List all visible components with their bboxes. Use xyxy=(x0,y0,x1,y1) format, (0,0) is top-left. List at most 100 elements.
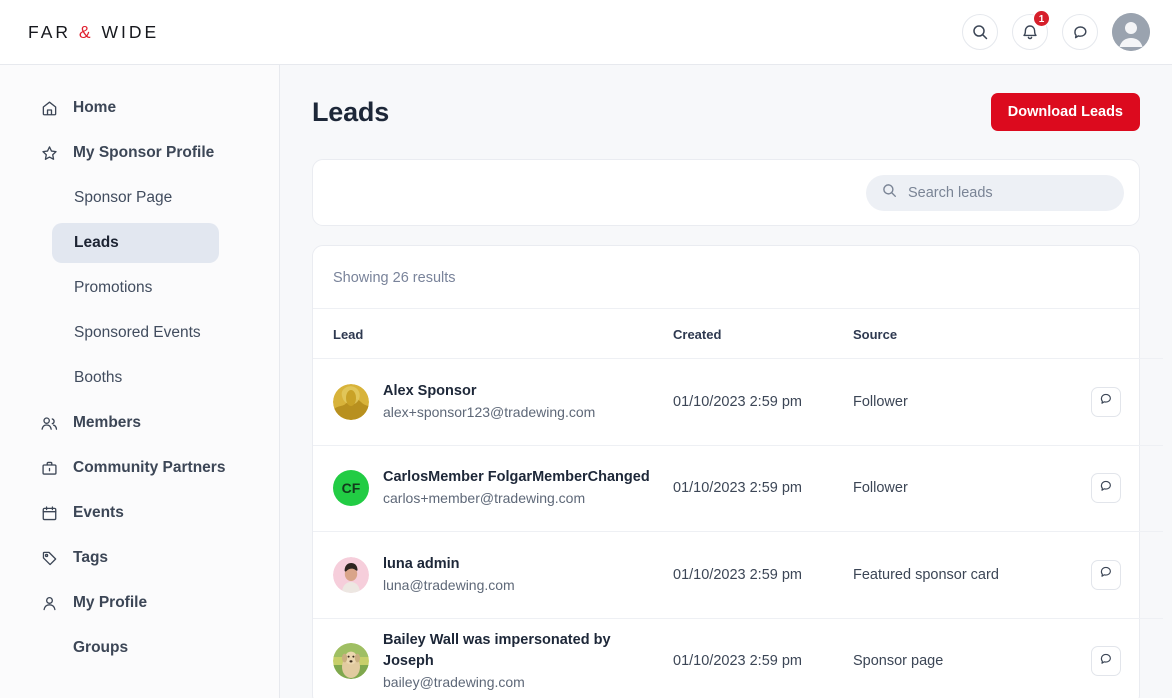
lead-email: carlos+member@tradewing.com xyxy=(383,490,586,507)
person-icon xyxy=(1112,13,1150,51)
actions-cell xyxy=(1083,358,1163,446)
sidebar-subitem-leads[interactable]: Leads xyxy=(52,223,219,263)
table-row[interactable]: Alex Sponsor alex+sponsor123@tradewing.c… xyxy=(313,358,1163,446)
page-title: Leads xyxy=(312,96,390,127)
lead-cell: luna admin luna@tradewing.com xyxy=(313,531,673,619)
sidebar-subitem-sponsor-page[interactable]: Sponsor Page xyxy=(52,178,219,218)
sidebar-item-label: Members xyxy=(73,414,142,431)
table-row[interactable]: luna admin luna@tradewing.com 01/10/2023… xyxy=(313,531,1163,619)
created-cell: 01/10/2023 2:59 pm xyxy=(673,445,853,532)
avatar[interactable] xyxy=(1112,13,1150,51)
message-lead-button[interactable] xyxy=(1091,559,1121,590)
table-header-row: Lead Created Source xyxy=(313,309,1163,359)
sidebar-subitem-label: Leads xyxy=(74,234,119,251)
lead-cell: Alex Sponsor alex+sponsor123@tradewing.c… xyxy=(313,358,673,446)
page-header: Leads Download Leads xyxy=(280,65,1172,137)
sidebar-subitem-label: Promotions xyxy=(74,279,153,296)
avatar: CF xyxy=(333,470,369,507)
source-cell: Sponsor page xyxy=(853,618,1083,698)
lead-cell: CF CarlosMember FolgarMemberChanged carl… xyxy=(313,445,673,532)
sidebar-item-my-sponsor-profile[interactable]: My Sponsor Profile xyxy=(40,133,255,173)
column-header-source: Source xyxy=(853,309,1083,359)
search-icon xyxy=(882,183,897,203)
members-icon xyxy=(40,414,58,432)
leads-table-card: Showing 26 results Lead Created Source A… xyxy=(312,245,1163,698)
chat-bubble-icon xyxy=(1099,565,1113,584)
lead-email: luna@tradewing.com xyxy=(383,576,515,593)
sidebar-subitem-sponsored-events[interactable]: Sponsored Events xyxy=(52,313,219,353)
lead-email: bailey@tradewing.com xyxy=(383,673,525,690)
tag-icon xyxy=(40,549,58,567)
person-icon xyxy=(40,594,58,612)
sidebar-item-label: Groups xyxy=(73,639,129,656)
lead-cell: Bailey Wall was impersonated by Joseph b… xyxy=(313,618,673,698)
bell-icon xyxy=(1022,24,1038,41)
app-root: FAR & WIDE 1 Home My Sponsor Profile Spo… xyxy=(0,0,1172,698)
lead-name: Bailey Wall was impersonated by Joseph xyxy=(383,631,611,669)
leads-table-body: Alex Sponsor alex+sponsor123@tradewing.c… xyxy=(313,358,1163,698)
star-icon xyxy=(40,144,58,162)
sidebar-item-members[interactable]: Members xyxy=(40,403,255,443)
download-leads-button[interactable]: Download Leads xyxy=(990,93,1140,131)
search-panel xyxy=(312,159,1140,226)
created-cell: 01/10/2023 2:59 pm xyxy=(673,358,853,446)
actions-cell xyxy=(1083,618,1163,698)
sidebar-item-home[interactable]: Home xyxy=(40,88,255,128)
brand-logo-part1: FAR xyxy=(28,21,72,42)
notifications-button[interactable]: 1 xyxy=(1012,10,1050,50)
brand-logo[interactable]: FAR & WIDE xyxy=(28,22,159,43)
notification-badge: 1 xyxy=(1033,10,1050,27)
sidebar-item-label: Events xyxy=(73,504,124,521)
lead-name: CarlosMember FolgarMemberChanged xyxy=(383,469,650,486)
top-navigation-bar: FAR & WIDE 1 xyxy=(0,0,1172,65)
groups-icon xyxy=(40,639,58,657)
lead-email: alex+sponsor123@tradewing.com xyxy=(383,403,596,420)
actions-cell xyxy=(1083,531,1163,619)
search-input[interactable] xyxy=(908,184,1108,201)
created-cell: 01/10/2023 2:59 pm xyxy=(673,531,853,619)
sidebar: Home My Sponsor Profile Sponsor Page Lea… xyxy=(0,65,280,698)
avatar xyxy=(333,643,369,680)
lead-name: Alex Sponsor xyxy=(383,382,477,399)
created-cell: 01/10/2023 2:59 pm xyxy=(673,618,853,698)
sidebar-item-label: Home xyxy=(73,99,117,116)
search-button[interactable] xyxy=(962,14,998,50)
sidebar-subitem-label: Booths xyxy=(74,369,123,386)
message-lead-button[interactable] xyxy=(1091,473,1121,504)
top-bar-actions: 1 xyxy=(962,10,1150,51)
results-count: Showing 26 results xyxy=(313,246,1139,309)
chat-bubble-icon xyxy=(1099,652,1113,671)
message-lead-button[interactable] xyxy=(1091,386,1121,417)
sidebar-item-events[interactable]: Events xyxy=(40,493,255,533)
briefcase-icon xyxy=(40,459,58,477)
column-header-created: Created xyxy=(673,309,853,359)
sidebar-item-label: Tags xyxy=(73,549,109,566)
search-leads-box[interactable] xyxy=(866,174,1124,211)
sidebar-subitem-promotions[interactable]: Promotions xyxy=(52,268,219,308)
sidebar-item-tags[interactable]: Tags xyxy=(40,538,255,578)
chat-bubble-icon xyxy=(1099,479,1113,498)
column-header-actions xyxy=(1083,309,1163,359)
chat-bubble-icon xyxy=(1072,24,1089,41)
table-row[interactable]: CF CarlosMember FolgarMemberChanged carl… xyxy=(313,445,1163,532)
chat-bubble-icon xyxy=(1099,392,1113,411)
sidebar-item-groups[interactable]: Groups xyxy=(40,628,255,668)
sidebar-subitem-label: Sponsored Events xyxy=(74,324,201,341)
sidebar-subitem-booths[interactable]: Booths xyxy=(52,358,219,398)
brand-logo-part2: WIDE xyxy=(101,21,160,42)
table-row[interactable]: Bailey Wall was impersonated by Joseph b… xyxy=(313,618,1163,698)
avatar xyxy=(333,556,369,593)
sidebar-item-my-profile[interactable]: My Profile xyxy=(40,583,255,623)
sidebar-item-community-partners[interactable]: Community Partners xyxy=(40,448,255,488)
lead-name: luna admin xyxy=(383,555,460,572)
message-lead-button[interactable] xyxy=(1091,646,1121,677)
messages-button[interactable] xyxy=(1062,14,1098,50)
sidebar-subitem-label: Sponsor Page xyxy=(74,189,173,206)
sidebar-item-label: My Profile xyxy=(73,594,148,611)
source-cell: Follower xyxy=(853,445,1083,532)
column-header-lead: Lead xyxy=(313,309,673,359)
brand-logo-ampersand: & xyxy=(78,21,94,42)
leads-table: Lead Created Source Alex Sponsor alex+sp… xyxy=(313,309,1163,698)
source-cell: Follower xyxy=(853,358,1083,446)
sidebar-item-label: My Sponsor Profile xyxy=(73,144,215,161)
